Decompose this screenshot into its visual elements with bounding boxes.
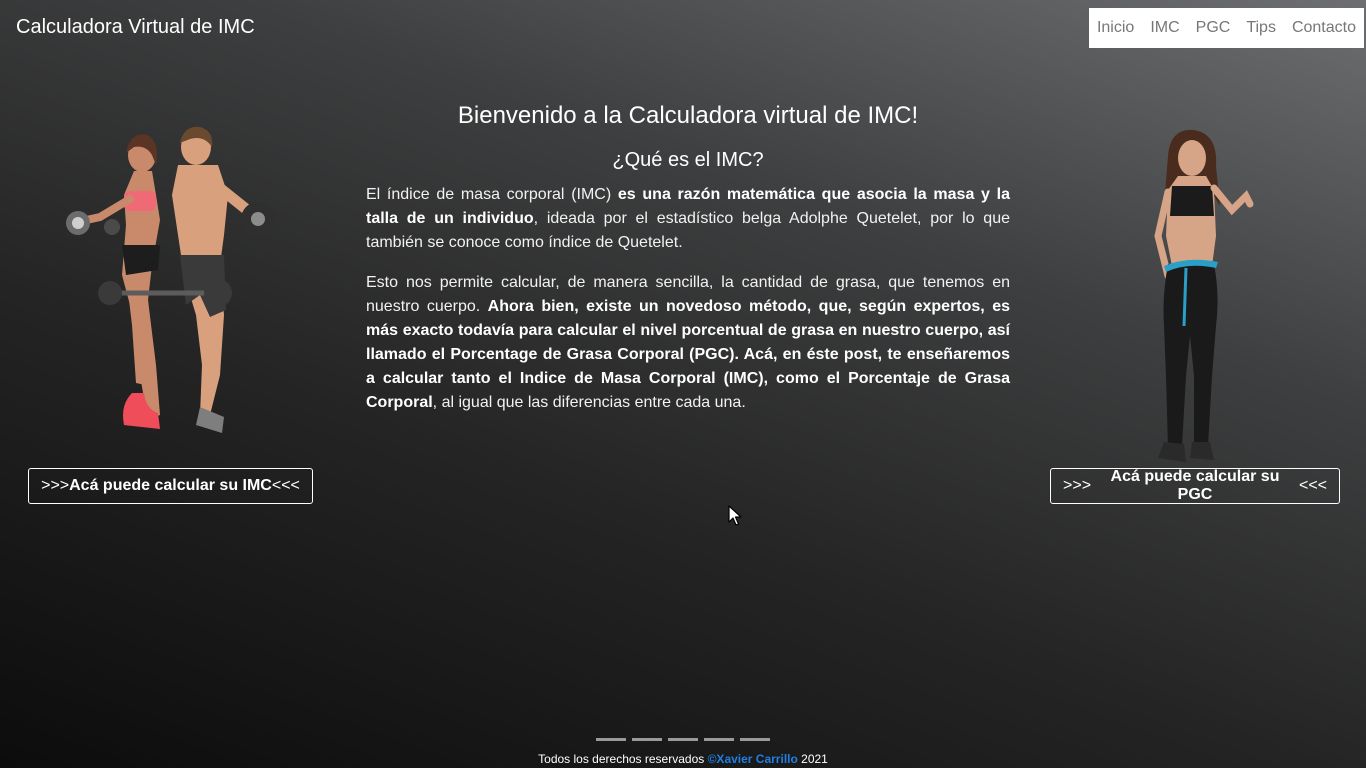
pgc-button-arrows-right: <<< bbox=[1298, 477, 1327, 494]
brand-title[interactable]: Calculadora Virtual de IMC bbox=[16, 16, 255, 39]
pgc-button-label: Acá puede calcular su PGC bbox=[1110, 468, 1280, 503]
carousel-indicator-3[interactable] bbox=[668, 738, 698, 741]
method-text-c: , al igual que las diferencias entre cad… bbox=[432, 394, 746, 411]
carousel-indicator-2[interactable] bbox=[632, 738, 662, 741]
imc-button-arrows-right: <<< bbox=[271, 477, 300, 494]
calculate-imc-button[interactable]: >>> Acá puede calcular su IMC <<< bbox=[28, 468, 313, 504]
imc-button-arrows-left: >>> bbox=[41, 477, 70, 494]
nav-contacto[interactable]: Contacto bbox=[1292, 19, 1356, 37]
imc-button-label: Acá puede calcular su IMC bbox=[69, 477, 272, 494]
fitness-woman-image bbox=[1154, 129, 1254, 462]
pgc-button-arrows-left: >>> bbox=[1063, 477, 1092, 494]
nav-tips[interactable]: Tips bbox=[1246, 19, 1276, 37]
nav-inicio[interactable]: Inicio bbox=[1097, 19, 1134, 37]
welcome-section: Bienvenido a la Calculadora virtual de I… bbox=[366, 100, 1010, 415]
carousel-indicator-1[interactable] bbox=[596, 738, 626, 741]
intro-text-a: El índice de masa corporal (IMC) bbox=[366, 186, 618, 203]
carousel-indicator-4[interactable] bbox=[704, 738, 734, 741]
nav-imc[interactable]: IMC bbox=[1150, 19, 1179, 37]
nav-pgc[interactable]: PGC bbox=[1196, 19, 1231, 37]
footer-year: 2021 bbox=[797, 752, 828, 766]
page-footer: Todos los derechos reservados ©Xavier Ca… bbox=[0, 752, 1366, 766]
calculate-pgc-button[interactable]: >>> Acá puede calcular su PGC <<< bbox=[1050, 468, 1340, 504]
top-navigation: Inicio IMC PGC Tips Contacto bbox=[1088, 8, 1364, 48]
footer-rights-text: Todos los derechos reservados bbox=[538, 752, 708, 766]
carousel-indicator-5[interactable] bbox=[740, 738, 770, 741]
page-title: Bienvenido a la Calculadora virtual de I… bbox=[457, 102, 919, 129]
method-paragraph: Esto nos permite calcular, de manera sen… bbox=[366, 271, 1010, 415]
intro-paragraph: El índice de masa corporal (IMC) es una … bbox=[366, 183, 1010, 255]
carousel-indicators bbox=[596, 738, 776, 741]
mouse-pointer-icon bbox=[728, 505, 742, 526]
footer-author-link[interactable]: ©Xavier Carrillo bbox=[708, 752, 798, 766]
fitness-couple-image bbox=[66, 126, 275, 433]
section-subtitle: ¿Qué es el IMC? bbox=[612, 149, 764, 171]
